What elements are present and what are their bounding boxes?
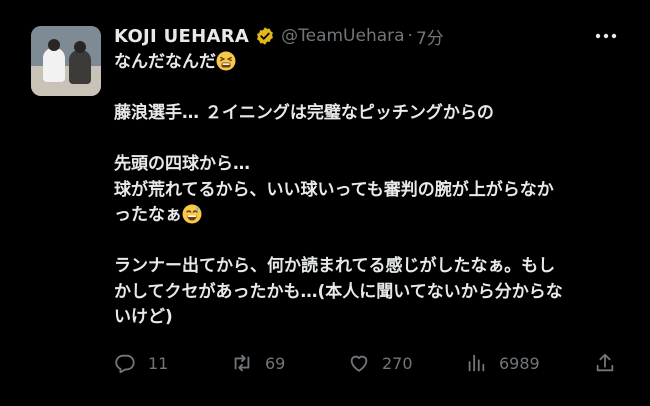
reply-button[interactable]: 11 (114, 348, 168, 378)
retweet-button[interactable]: 69 (231, 348, 285, 378)
avatar-person-right-head (74, 41, 86, 53)
like-button[interactable]: 270 (348, 348, 413, 378)
tweet-time[interactable]: 7分 (416, 24, 444, 49)
avatar-person-left (43, 48, 65, 82)
verified-badge-icon (257, 27, 274, 45)
share-icon (596, 353, 614, 372)
tweet-card: KOJI UEHARA @TeamUehara · 7分 なんだなんだ 藤浪選手… (0, 0, 650, 406)
avatar[interactable] (31, 26, 101, 96)
more-dots-icon[interactable] (594, 28, 618, 44)
tweet-header: KOJI UEHARA @TeamUehara · 7分 (114, 24, 444, 49)
like-count: 270 (382, 353, 413, 373)
author-name[interactable]: KOJI UEHARA (114, 26, 249, 47)
tweet-line: なんだなんだ (114, 50, 624, 76)
views-button[interactable]: 6989 (465, 348, 540, 378)
tweet-line: ったなぁ (114, 203, 624, 229)
tired-face-emoji-icon (216, 51, 236, 71)
tweet-line: 先頭の四球から… (114, 154, 250, 174)
tweet-line: 藤浪選手… ２イニングは完璧なピッチングからの (114, 103, 494, 123)
avatar-person-right (69, 50, 91, 84)
share-button[interactable] (594, 348, 616, 378)
reply-count: 11 (148, 353, 169, 373)
retweet-count: 69 (265, 353, 286, 373)
tweet-text: なんだなんだ 藤浪選手… ２イニングは完璧なピッチングからの 先頭の四球から… … (114, 50, 624, 331)
views-chart-icon (468, 354, 485, 372)
avatar-person-left-head (48, 39, 60, 51)
tweet-line: いけど) (114, 307, 173, 327)
sweat-smile-emoji-icon (182, 204, 202, 224)
tweet-line: かしてクセがあったかも…(本人に聞いてないから分からな (114, 281, 563, 302)
views-count: 6989 (499, 353, 540, 373)
separator-dot: · (407, 26, 413, 46)
author-handle[interactable]: @TeamUehara (281, 26, 404, 46)
action-bar: 11 69 270 6989 (114, 348, 624, 378)
retweet-icon (234, 354, 250, 372)
tweet-line: ランナー出てから、何か読まれてる感じがしたなぁ。もし (114, 256, 556, 276)
tweet-line: 球が荒れてるから、いい球いっても審判の腕が上がらなか (114, 179, 554, 200)
reply-icon (115, 354, 135, 374)
heart-icon (350, 355, 368, 372)
